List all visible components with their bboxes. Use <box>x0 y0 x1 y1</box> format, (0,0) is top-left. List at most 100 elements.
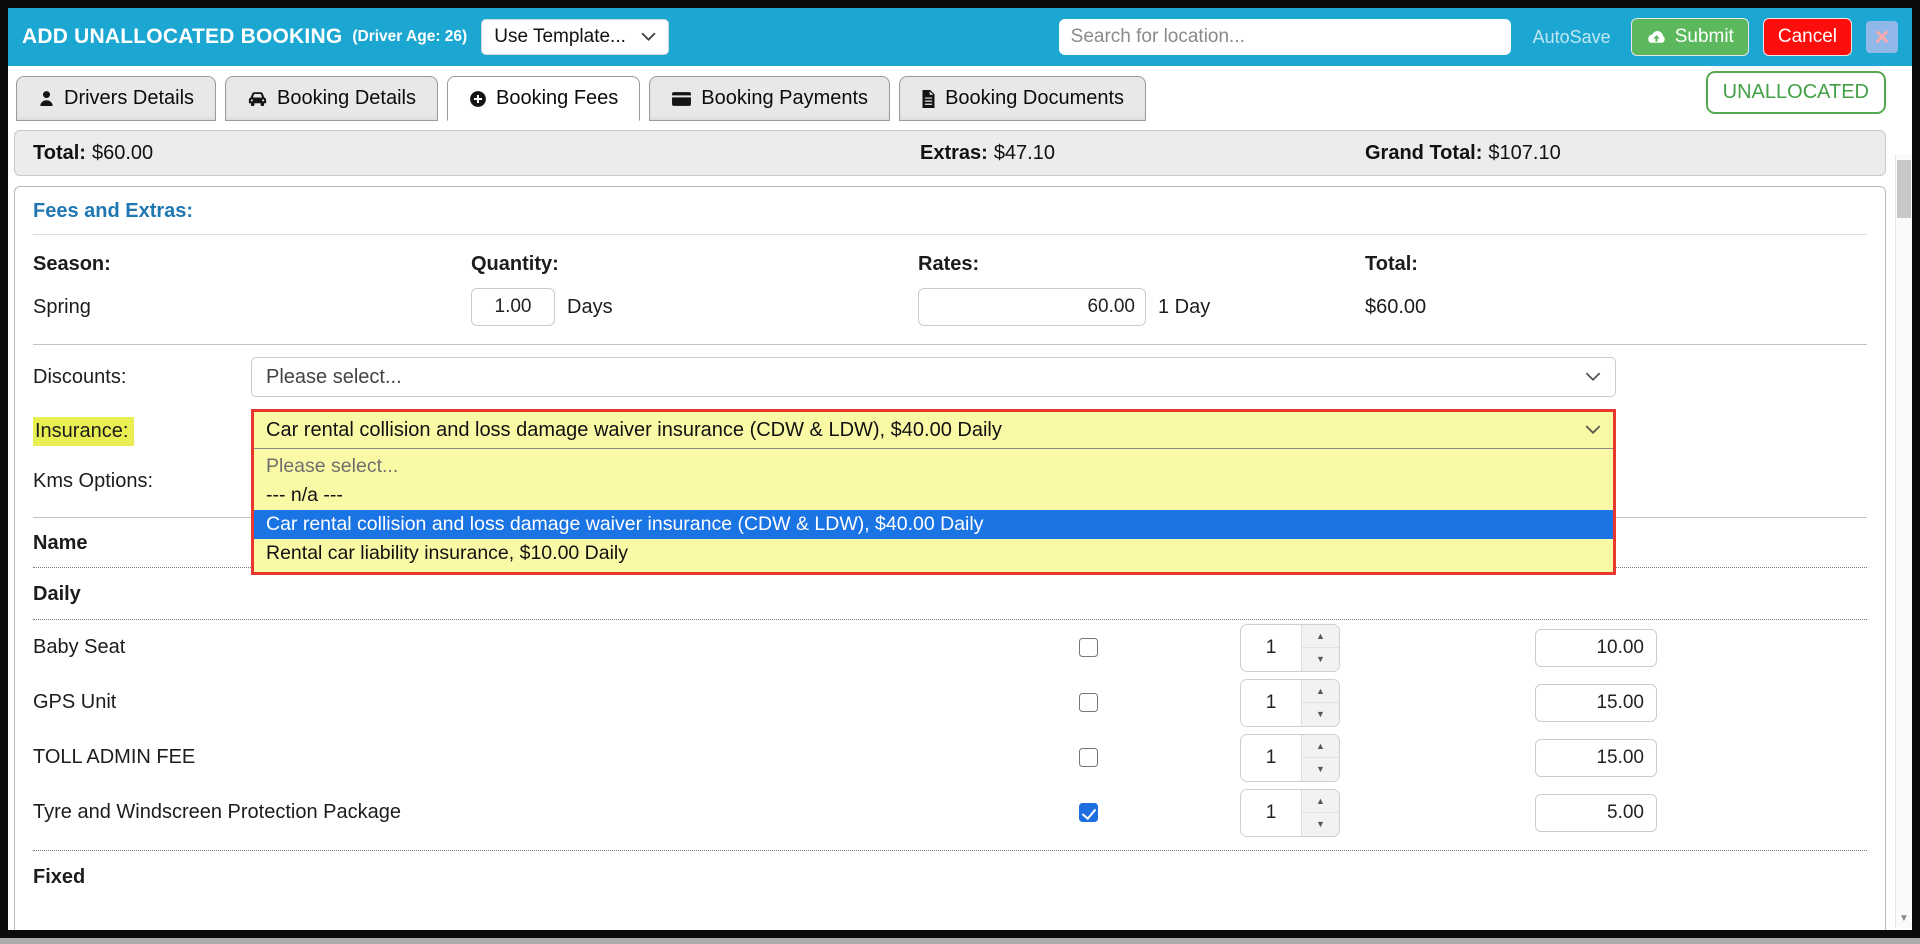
insurance-option[interactable]: --- n/a --- <box>254 481 1613 510</box>
price-input[interactable] <box>1535 793 1657 832</box>
search-location-input[interactable] <box>1058 19 1511 55</box>
discounts-selected-value: Please select... <box>266 365 402 388</box>
vertical-scrollbar[interactable] <box>1895 154 1912 928</box>
tab-drivers-details[interactable]: Drivers Details <box>16 76 217 121</box>
stepper-up-icon[interactable] <box>1302 734 1339 757</box>
tab-booking-details[interactable]: Booking Details <box>225 76 438 121</box>
price-input[interactable] <box>1535 628 1657 667</box>
discounts-select[interactable]: Please select... <box>251 357 1616 397</box>
extra-row-gps-unit: GPS Unit <box>33 675 1867 730</box>
insurance-option-highlighted[interactable]: Car rental collision and loss damage wai… <box>254 510 1613 539</box>
discounts-label: Discounts: <box>33 365 127 388</box>
stepper-down-icon[interactable] <box>1302 702 1339 726</box>
quantity-stepper <box>1240 678 1340 727</box>
daily-section-title: Daily <box>33 568 1867 620</box>
quantity-unit-label: Days <box>567 295 613 318</box>
insurance-selected-value: Car rental collision and loss damage wai… <box>266 418 1002 441</box>
extra-checkbox[interactable] <box>1078 803 1098 822</box>
tab-label: Booking Documents <box>945 87 1125 109</box>
cancel-button[interactable]: Cancel <box>1762 18 1852 56</box>
scrollbar-thumb[interactable] <box>1897 160 1911 218</box>
chevron-down-icon <box>1585 425 1601 435</box>
quantity-stepper-input[interactable] <box>1241 679 1301 726</box>
total-column-header: Total: <box>1365 253 1418 275</box>
driver-age-note: (Driver Age: 26) <box>352 28 468 45</box>
grand-total-label: Grand Total: <box>1365 141 1483 164</box>
modal-header: ADD UNALLOCATED BOOKING (Driver Age: 26)… <box>8 8 1912 66</box>
stepper-up-icon[interactable] <box>1302 789 1339 812</box>
tab-label: Drivers Details <box>64 87 195 109</box>
extra-checkbox[interactable] <box>1078 693 1098 712</box>
credit-card-icon <box>672 91 692 106</box>
extra-row-baby-seat: Baby Seat <box>33 620 1867 675</box>
rate-unit-label: 1 Day <box>1158 295 1211 318</box>
season-fee-row: Spring Days 1 Day $60.00 <box>33 286 1867 328</box>
insurance-option[interactable]: Rental car liability insurance, $10.00 D… <box>254 539 1613 568</box>
insurance-dropdown: Car rental collision and loss damage wai… <box>251 409 1616 575</box>
extra-checkbox[interactable] <box>1078 748 1098 767</box>
tab-label: Booking Fees <box>496 87 619 109</box>
season-total-value: $60.00 <box>1365 295 1427 318</box>
grand-total-value: $107.10 <box>1488 141 1561 164</box>
extra-name: Tyre and Windscreen Protection Package <box>33 801 401 823</box>
car-icon <box>248 92 267 107</box>
insurance-select[interactable]: Car rental collision and loss damage wai… <box>254 412 1613 449</box>
quantity-stepper <box>1240 733 1340 782</box>
quantity-stepper-input[interactable] <box>1241 734 1301 781</box>
submit-label: Submit <box>1674 26 1734 47</box>
cloud-upload-icon <box>1647 30 1665 43</box>
submit-button[interactable]: Submit <box>1630 18 1749 56</box>
section-heading: Fees and Extras: <box>33 200 194 222</box>
total-value: $60.00 <box>91 141 154 164</box>
quantity-stepper-input[interactable] <box>1241 624 1301 671</box>
tab-booking-payments[interactable]: Booking Payments <box>649 76 891 121</box>
price-input[interactable] <box>1535 738 1657 777</box>
season-name: Spring <box>33 295 91 318</box>
stepper-down-icon[interactable] <box>1302 647 1339 671</box>
price-input[interactable] <box>1535 683 1657 722</box>
extra-checkbox[interactable] <box>1078 638 1098 657</box>
cancel-label: Cancel <box>1777 26 1837 47</box>
plus-circle-icon <box>470 90 486 107</box>
close-icon[interactable] <box>1866 21 1898 53</box>
stepper-up-icon[interactable] <box>1302 624 1339 647</box>
insurance-label: Insurance: <box>33 416 251 446</box>
quantity-stepper-input[interactable] <box>1241 789 1301 836</box>
window-frame: ADD UNALLOCATED BOOKING (Driver Age: 26)… <box>0 0 1920 938</box>
divider <box>33 234 1867 235</box>
quantity-input[interactable] <box>471 288 555 326</box>
extra-name: Baby Seat <box>33 636 126 658</box>
stepper-up-icon[interactable] <box>1302 679 1339 702</box>
quantity-column-header: Quantity: <box>471 253 559 275</box>
page-title: ADD UNALLOCATED BOOKING <box>22 25 343 48</box>
tab-label: Booking Details <box>277 87 416 109</box>
tab-bar: Drivers Details Booking Details Booking … <box>8 66 1912 122</box>
tab-booking-fees[interactable]: Booking Fees <box>447 76 641 121</box>
autosave-label: AutoSave <box>1532 26 1611 47</box>
scrollbar-down-arrow-icon[interactable] <box>1896 910 1912 926</box>
total-summary: Total: $60.00 <box>33 142 920 165</box>
season-column-header: Season: <box>33 253 111 275</box>
total-label: Total: <box>33 141 86 164</box>
divider <box>33 344 1867 345</box>
stepper-down-icon[interactable] <box>1302 812 1339 836</box>
extra-name: TOLL ADMIN FEE <box>33 746 196 768</box>
use-template-select[interactable]: Use Template... <box>481 19 670 55</box>
discounts-row: Discounts: Please select... <box>33 357 1867 397</box>
rate-input[interactable] <box>918 288 1146 326</box>
fixed-section-title: Fixed <box>33 866 86 888</box>
extras-summary: Extras: $47.10 <box>920 142 1365 165</box>
kms-options-label: Kms Options: <box>33 469 154 492</box>
tab-booking-documents[interactable]: Booking Documents <box>899 76 1147 121</box>
stepper-down-icon[interactable] <box>1302 757 1339 781</box>
add-booking-modal: ADD UNALLOCATED BOOKING (Driver Age: 26)… <box>8 8 1912 930</box>
extras-label: Extras: <box>920 141 988 164</box>
document-icon <box>922 89 935 108</box>
status-badge: UNALLOCATED <box>1705 71 1886 114</box>
quantity-stepper <box>1240 623 1340 672</box>
totals-bar: Total: $60.00 Extras: $47.10 Grand Total: $… <box>14 130 1886 176</box>
chevron-down-icon <box>641 32 656 42</box>
extra-row-toll-admin-fee: TOLL ADMIN FEE <box>33 730 1867 785</box>
chevron-down-icon <box>1585 372 1601 382</box>
insurance-option[interactable]: Please select... <box>254 452 1613 481</box>
